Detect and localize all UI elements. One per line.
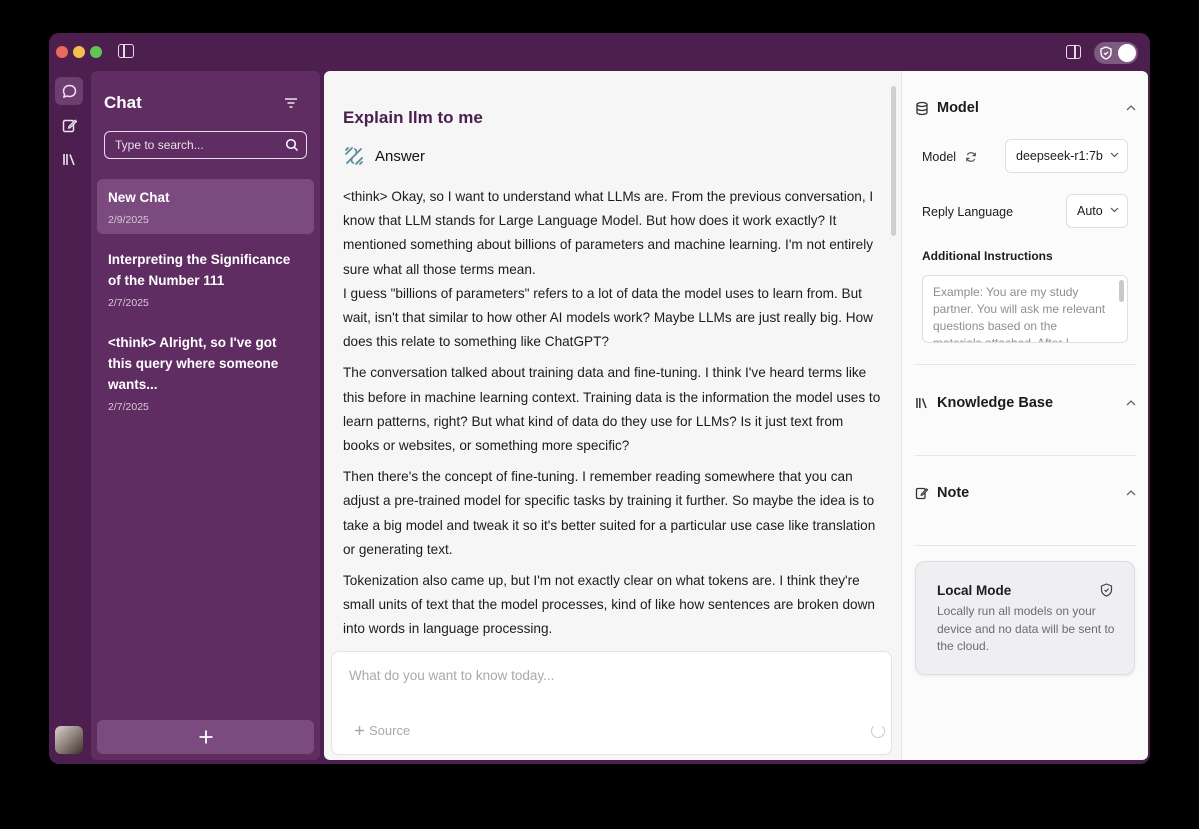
chat-date: 2/7/2025 — [108, 401, 149, 413]
answer-header: Answer — [343, 145, 425, 167]
plus-icon — [355, 726, 364, 735]
local-mode-description: Locally run all models on your device an… — [937, 604, 1115, 653]
answer-label: Answer — [375, 147, 426, 165]
answer-paragraph: I guess "billions of parameters" refers … — [343, 285, 873, 350]
library-icon — [62, 153, 75, 165]
sidebar-title: Chat — [104, 93, 142, 112]
rail-chat-button[interactable] — [55, 77, 83, 105]
chat-list-item[interactable]: Interpreting the Significance of the Num… — [97, 241, 314, 317]
add-source-button[interactable]: Source — [354, 723, 410, 738]
chat-main: Explain llm to me Answer <think> Okay, s… — [324, 71, 901, 760]
chevron-up-icon[interactable] — [1126, 399, 1136, 406]
instructions-box — [922, 275, 1128, 343]
note-section-title: Note — [937, 485, 970, 501]
scrollbar[interactable] — [891, 86, 896, 236]
chat-list-item[interactable]: <think> Alright, so I've got this query … — [97, 324, 314, 421]
chat-title: Interpreting the Significance of the Num… — [108, 252, 291, 288]
model-select-value: deepseek-r1:7b — [1016, 149, 1103, 163]
toggle-sidebar-icon[interactable] — [118, 44, 134, 58]
search-box[interactable] — [104, 131, 307, 159]
divider — [915, 455, 1136, 456]
note-section-header[interactable]: Note — [915, 485, 1136, 501]
model-select[interactable]: deepseek-r1:7b — [1005, 139, 1128, 173]
chat-title: New Chat — [108, 190, 170, 205]
edit-note-icon — [62, 118, 77, 132]
chat-title: <think> Alright, so I've got this query … — [108, 335, 279, 392]
toggle-right-panel-icon[interactable] — [1066, 45, 1081, 59]
chevron-down-icon — [1110, 152, 1119, 158]
loading-spinner-icon — [871, 724, 885, 738]
chevron-up-icon[interactable] — [1126, 104, 1136, 111]
shield-icon — [1100, 46, 1112, 60]
edit-note-icon — [915, 487, 929, 500]
local-mode-card: Local Mode Locally run all models on you… — [915, 561, 1135, 675]
settings-panel: Model Model deepseek-r1:7b Reply Languag… — [901, 71, 1148, 760]
local-mode-title: Local Mode — [937, 583, 1012, 598]
answer-paragraph: The conversation talked about training d… — [343, 365, 881, 454]
close-window-button[interactable] — [56, 46, 68, 58]
model-section-title: Model — [937, 100, 979, 116]
reply-language-label: Reply Language — [922, 205, 1014, 219]
reply-language-select[interactable]: Auto — [1066, 194, 1128, 228]
rail-notes-button[interactable] — [55, 111, 83, 139]
instructions-scrollbar[interactable] — [1119, 280, 1124, 302]
model-section-header[interactable]: Model — [915, 100, 1136, 116]
title-bar — [49, 33, 1150, 71]
chat-bubble-icon — [62, 84, 76, 98]
chat-date: 2/9/2025 — [108, 214, 149, 226]
instructions-input[interactable] — [923, 276, 1119, 342]
answer-text: <think> Okay, so I want to understand wh… — [343, 185, 883, 649]
app-window: Chat New Chat 2/9/2025 Interpreting the … — [49, 33, 1150, 764]
question-title: Explain llm to me — [343, 108, 483, 127]
zoom-window-button[interactable] — [90, 46, 102, 58]
shield-check-icon — [1100, 583, 1113, 597]
search-icon[interactable] — [285, 138, 299, 152]
composer: Source — [331, 651, 892, 755]
divider — [915, 364, 1136, 365]
search-input[interactable] — [115, 137, 280, 153]
answer-logo-icon — [345, 147, 363, 165]
source-label: Source — [369, 723, 411, 738]
user-avatar[interactable] — [55, 726, 83, 754]
chat-date: 2/7/2025 — [108, 297, 149, 309]
chevron-up-icon[interactable] — [1126, 489, 1136, 496]
plus-icon — [199, 730, 212, 744]
answer-paragraph: Then there's the concept of fine-tuning.… — [343, 469, 876, 557]
minimize-window-button[interactable] — [73, 46, 85, 58]
answer-paragraph: <think> Okay, so I want to understand wh… — [343, 189, 874, 277]
message-input[interactable] — [349, 668, 869, 690]
instructions-label: Additional Instructions — [922, 249, 1053, 263]
icon-rail — [49, 71, 89, 764]
divider — [915, 545, 1136, 546]
rail-library-button[interactable] — [55, 145, 83, 173]
chat-list-item[interactable]: New Chat 2/9/2025 — [97, 179, 314, 234]
refresh-icon[interactable] — [965, 151, 977, 163]
knowledge-base-title: Knowledge Base — [937, 395, 1054, 411]
chevron-down-icon — [1110, 207, 1119, 213]
reply-language-value: Auto — [1077, 204, 1103, 218]
library-icon — [916, 398, 927, 409]
model-label: Model — [922, 150, 957, 164]
knowledge-base-section-header[interactable]: Knowledge Base — [915, 395, 1136, 411]
new-chat-button[interactable] — [97, 720, 314, 754]
answer-paragraph: Tokenization also came up, but I'm not e… — [343, 573, 875, 637]
local-mode-toggle[interactable] — [1094, 42, 1138, 64]
filter-icon[interactable] — [284, 97, 298, 109]
chat-sidebar: Chat New Chat 2/9/2025 Interpreting the … — [91, 71, 320, 760]
toggle-knob — [1118, 44, 1136, 62]
database-icon — [916, 101, 928, 115]
